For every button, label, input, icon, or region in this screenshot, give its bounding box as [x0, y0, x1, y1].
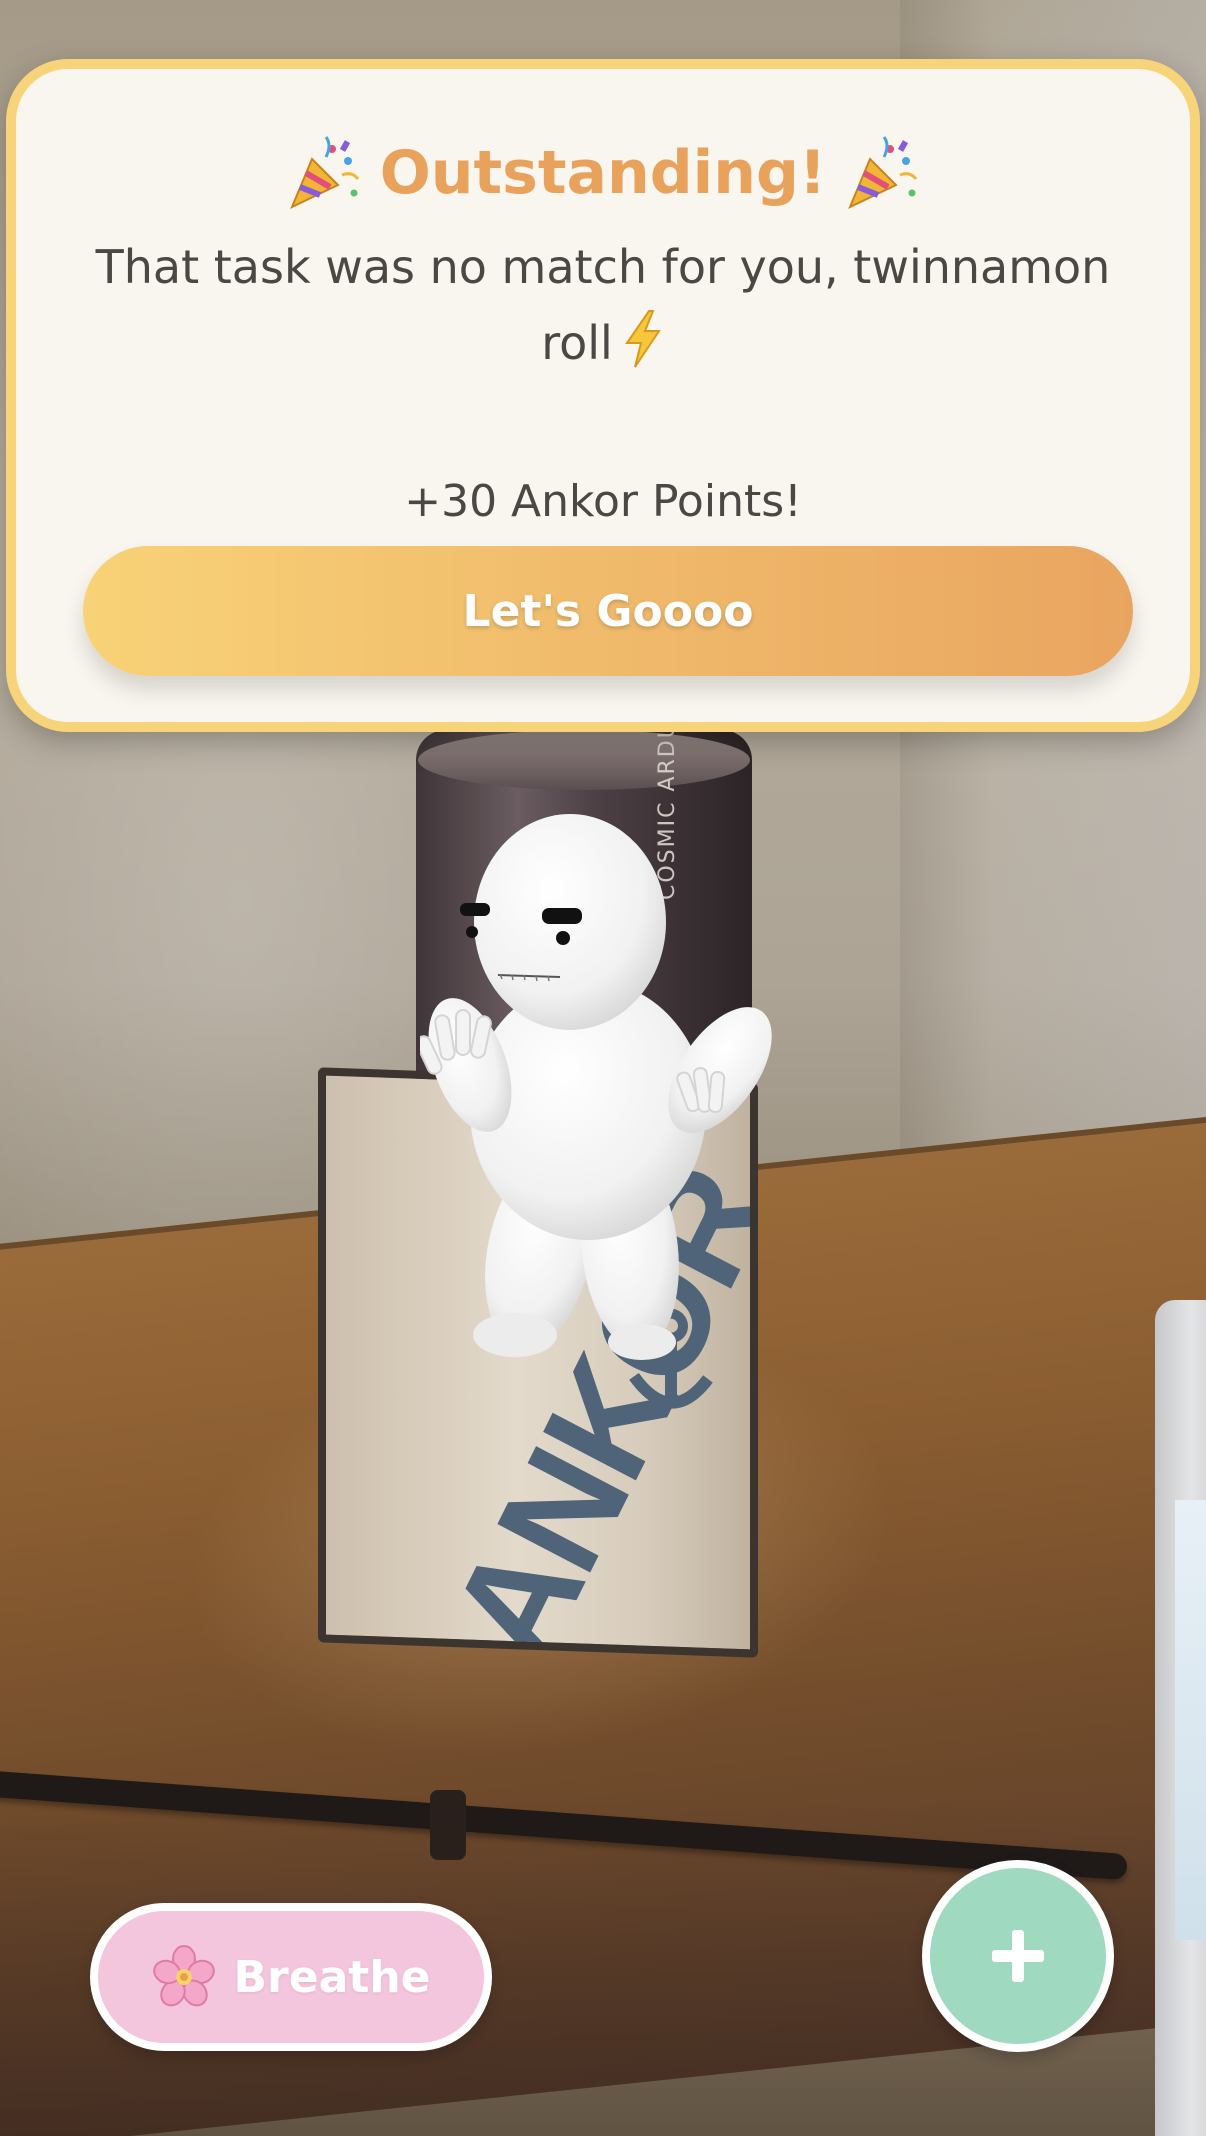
modal-message-text: That task was no match for you, twinnamo…: [95, 240, 1111, 370]
add-task-button[interactable]: [922, 1860, 1114, 2052]
points-earned: +30 Ankor Points!: [404, 476, 802, 527]
party-popper-icon: [289, 136, 359, 210]
lightning-bolt-icon: [624, 310, 661, 368]
breathe-button[interactable]: Breathe: [90, 1903, 492, 2051]
ar-character[interactable]: [420, 810, 790, 1370]
app-screen: COSMIC ARDUS ANKOR Outstanding! That tas…: [0, 0, 1206, 2136]
laptop-screen: [1175, 1500, 1206, 1940]
success-modal: Outstanding! That task was no match for …: [6, 59, 1200, 732]
breathe-label: Breathe: [233, 1951, 431, 2003]
modal-message: That task was no match for you, twinnamo…: [76, 229, 1130, 381]
modal-title-row: Outstanding!: [16, 133, 1190, 213]
plus-icon: [992, 1930, 1044, 1982]
drink-can-top: [418, 730, 750, 790]
party-popper-icon: [848, 136, 918, 210]
modal-title: Outstanding!: [379, 138, 827, 208]
cherry-blossom-icon: [152, 1945, 215, 2007]
lets-go-button[interactable]: Let's Goooo: [83, 546, 1133, 676]
cable-clip: [430, 1790, 466, 1860]
